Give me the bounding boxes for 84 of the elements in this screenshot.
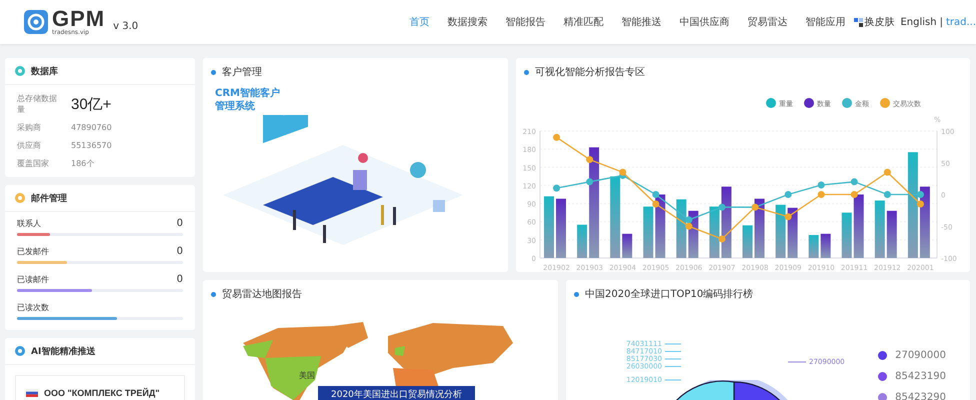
flag-icon [26,389,38,397]
company-name: OOO "КОМПЛЕКС ТРЕЙД" [44,388,160,398]
logo-text: GPM [52,8,106,30]
mail-label: 联系人 [17,218,41,229]
nav-item[interactable]: 智能报告 [496,15,554,29]
nav-item[interactable]: 贸易雷达 [738,15,796,29]
data-point [718,235,726,242]
stat-value: 47890760 [71,123,112,132]
mail-label: 已读次数 [17,302,49,313]
stat-label: 采购商 [17,122,42,133]
separator: | [940,16,943,28]
stat-value: 55136570 [71,141,112,150]
bar [886,210,897,258]
bar [676,199,686,258]
version-label: v 3.0 [113,20,138,32]
card-title: 客户管理 [222,66,262,79]
card-title: 中国2020全球进口TOP10编码排行榜 [585,288,754,301]
legend-label[interactable]: 27090000 [895,350,946,361]
stat-label: 覆盖国家 [17,158,50,169]
card-title: 可视化智能分析报告专区 [535,66,645,79]
bar [544,196,554,258]
country-label: 美国 [299,370,315,381]
map-banner[interactable]: 2020年美国进出口贸易情况分析 [318,386,475,400]
data-point [652,191,660,198]
bar [820,234,831,258]
stat-value: 186个 [71,158,94,169]
nav-item[interactable]: 精准匹配 [554,15,612,29]
database-icon [15,66,25,76]
nav-item[interactable]: 智能推送 [612,15,670,29]
skin-link[interactable]: 换皮肤 [864,15,894,29]
bar [874,200,885,258]
data-point [652,200,660,208]
card-title: 邮件管理 [31,192,67,204]
data-point [850,191,858,198]
bar [920,186,930,258]
card-title: AI智能精准推送 [31,345,96,358]
data-point [784,191,792,198]
language-link[interactable]: English [900,16,937,28]
bar [643,206,654,258]
card-title: 贸易雷达地图报告 [222,288,302,301]
mail-icon [15,193,25,203]
nav-item[interactable]: 中国供应商 [670,15,738,29]
legend-label[interactable]: 85423190 [895,371,946,382]
mail-label: 已发邮件 [17,246,49,257]
legend-label[interactable]: 85423290 [895,392,946,400]
bar [622,234,632,258]
nav-item[interactable]: 智能应用 [796,15,854,29]
card-title: 数据库 [31,65,58,78]
data-point [916,191,924,198]
data-point [884,168,891,176]
bar [577,224,588,258]
bar [842,212,852,258]
data-point [586,178,594,186]
data-point [818,191,825,198]
bar [655,194,666,258]
bar [754,198,764,258]
mail-count: 0 [176,246,183,257]
bar [808,235,819,258]
data-point [850,178,858,186]
data-point [884,191,891,198]
logo-icon [24,10,48,34]
bar [776,204,786,258]
nav-item[interactable]: 数据搜索 [438,15,496,29]
mail-count: 0 [176,218,183,229]
data-point [916,200,924,208]
push-icon [15,346,25,356]
data-point [718,204,726,211]
bar [788,208,798,258]
palette-icon[interactable] [854,18,864,26]
company-card[interactable]: OOO "КОМПЛЕКС ТРЕЙД" [15,375,185,400]
mail-count: 0 [176,274,183,285]
data-point [784,213,792,220]
stat-label: 供应商 [17,140,42,151]
bar [556,198,566,258]
stat-label: 总存储数据量 [17,93,58,115]
data-point [818,181,825,188]
data-point [553,134,560,141]
stat-value: 30亿+ [71,94,112,114]
mail-label: 已读邮件 [17,274,49,285]
bar [709,206,720,258]
data-point [553,184,560,192]
data-point [586,156,594,164]
bar [742,225,752,258]
bar [854,194,864,258]
